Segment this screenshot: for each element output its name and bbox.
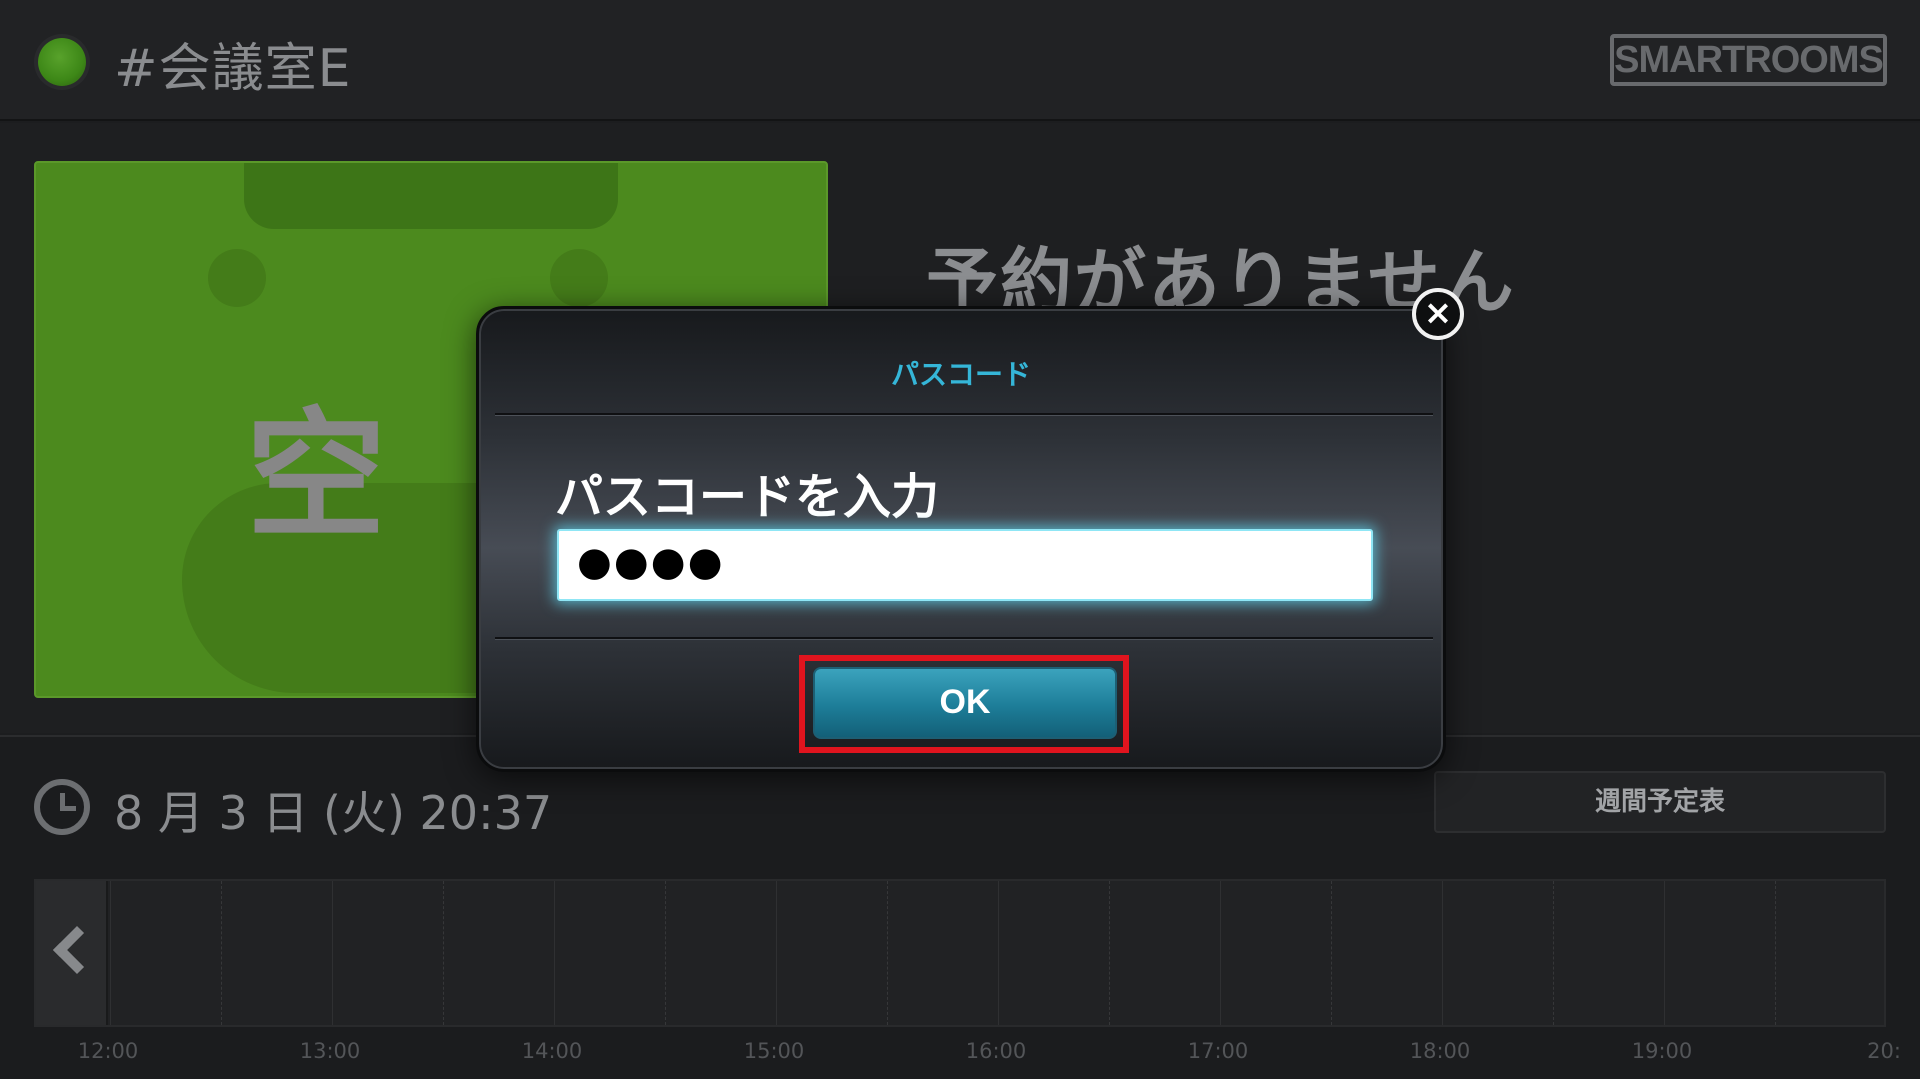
room-display-screen: #会議室E SMARTROOMS 空 予約がありません 8 月 3 日 (火) … [0,0,1920,1079]
passcode-value: ●●●● [577,539,725,585]
passcode-dialog: パスコード パスコードを入力 ●●●● OK [476,306,1446,772]
ok-button[interactable]: OK [813,667,1117,739]
dialog-title: パスコード [890,358,1031,391]
passcode-input[interactable]: ●●●● [557,529,1373,601]
close-icon: × [1423,293,1453,333]
dialog-divider [495,413,1433,415]
close-dialog-button[interactable]: × [1412,288,1464,340]
dialog-divider [495,637,1433,639]
passcode-prompt: パスコードを入力 [555,469,940,525]
